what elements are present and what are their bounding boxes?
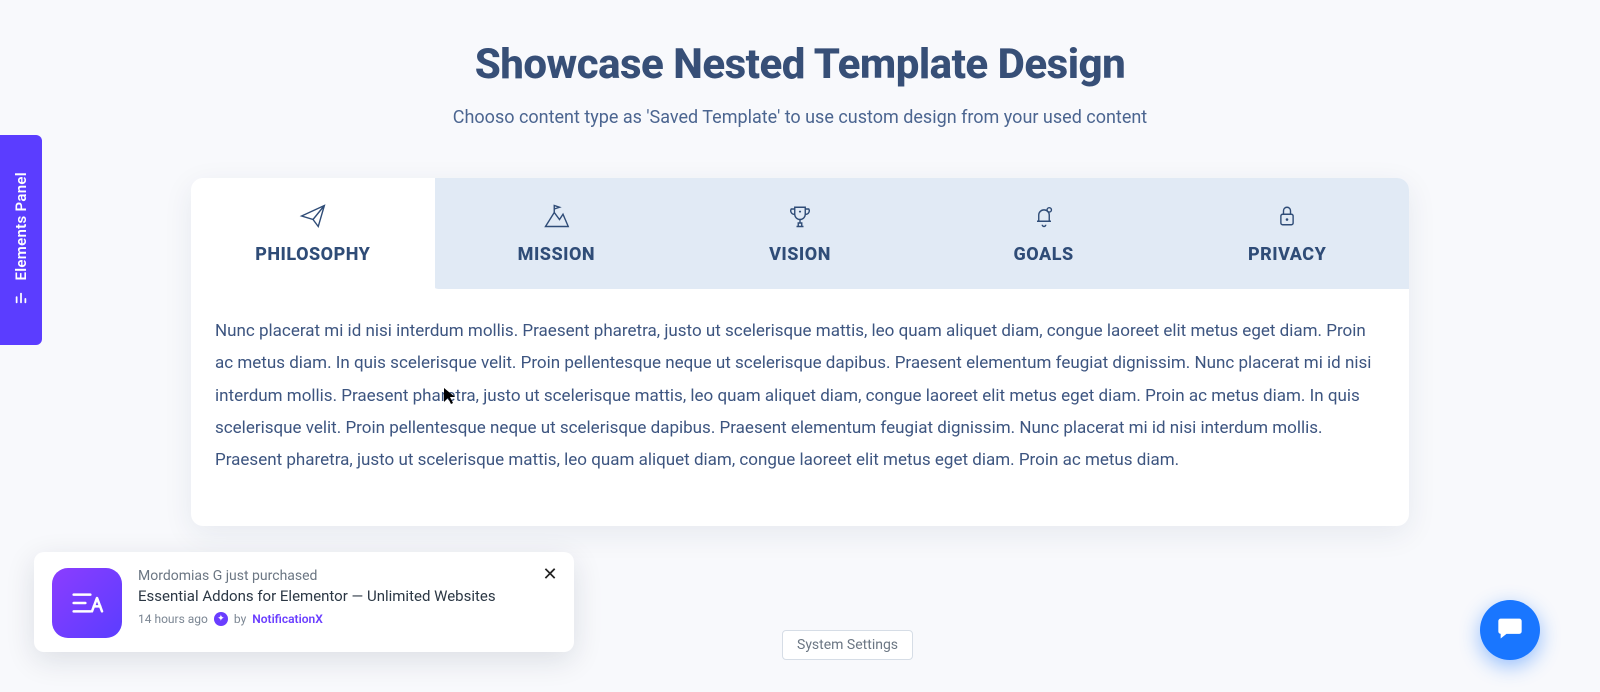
tab-label: GOALS: [1014, 244, 1074, 265]
elements-panel-toggle[interactable]: Elements Panel: [0, 135, 42, 345]
notification-popup[interactable]: Mordomias G just purchased Essential Add…: [34, 552, 574, 652]
notification-by: by: [234, 612, 246, 626]
tab-goals[interactable]: GOALS: [922, 178, 1166, 289]
page-subtitle: Chooso content type as 'Saved Template' …: [0, 107, 1600, 128]
notification-time: 14 hours ago: [138, 612, 208, 626]
page-header: Showcase Nested Template Design Chooso c…: [0, 0, 1600, 128]
tab-mission[interactable]: MISSION: [435, 178, 679, 289]
ea-logo-icon: [52, 568, 122, 638]
notificationx-badge-icon: ✦: [214, 612, 228, 626]
bars-icon: [14, 291, 28, 308]
mountain-flag-icon: [542, 200, 570, 232]
tab-content: Nunc placerat mi id nisi interdum mollis…: [191, 289, 1409, 526]
tab-label: PRIVACY: [1248, 244, 1326, 265]
notification-brand[interactable]: NotificationX: [252, 612, 323, 626]
notification-meta: 14 hours ago ✦ by NotificationX: [138, 612, 556, 626]
tabs-container: PHILOSOPHY MISSION VISION GOALS PRIVACY: [191, 178, 1409, 526]
bell-icon: [1030, 200, 1058, 232]
notification-body: Mordomias G just purchased Essential Add…: [138, 568, 556, 638]
tab-vision[interactable]: VISION: [678, 178, 922, 289]
lock-icon: [1273, 200, 1301, 232]
notification-title: Essential Addons for Elementor — Unlimit…: [138, 586, 556, 606]
close-icon[interactable]: ✕: [538, 562, 562, 586]
tab-privacy[interactable]: PRIVACY: [1165, 178, 1409, 289]
elements-panel-label: Elements Panel: [12, 172, 30, 281]
tab-philosophy[interactable]: PHILOSOPHY: [191, 178, 435, 289]
trophy-icon: [786, 200, 814, 232]
page-title: Showcase Nested Template Design: [0, 40, 1600, 89]
tab-label: VISION: [769, 244, 831, 265]
system-settings-tooltip: System Settings: [782, 630, 913, 660]
chat-button[interactable]: [1480, 600, 1540, 660]
tab-label: MISSION: [518, 244, 595, 265]
paper-plane-icon: [299, 200, 327, 232]
tab-label: PHILOSOPHY: [255, 244, 370, 265]
tabs-bar: PHILOSOPHY MISSION VISION GOALS PRIVACY: [191, 178, 1409, 289]
chat-icon: [1496, 614, 1524, 646]
notification-line1: Mordomias G just purchased: [138, 568, 556, 584]
content-body: Nunc placerat mi id nisi interdum mollis…: [215, 315, 1385, 476]
